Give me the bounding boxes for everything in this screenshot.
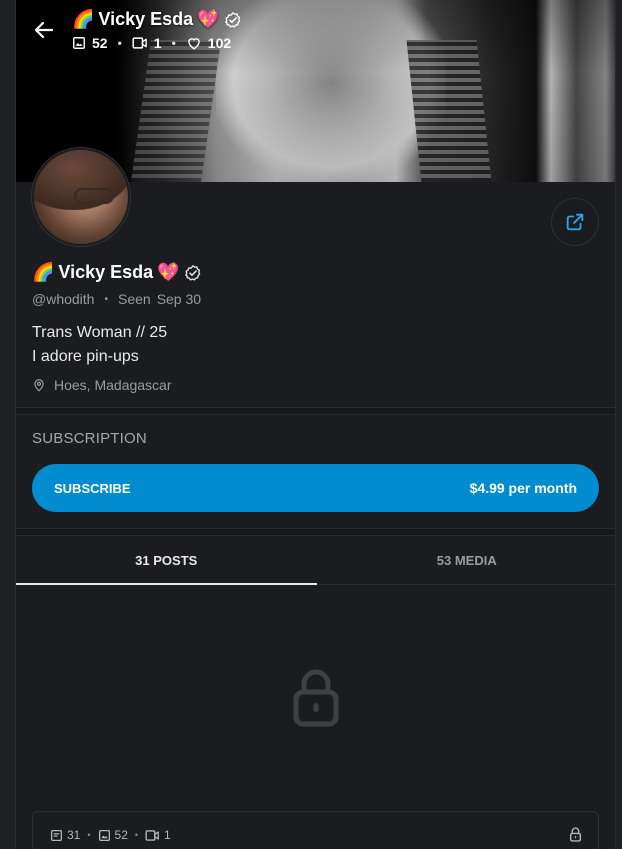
video-icon <box>145 829 159 841</box>
section-divider <box>16 407 615 415</box>
heart-emoji: 💖 <box>197 9 220 29</box>
subscribe-label: SUBSCRIBE <box>54 480 131 496</box>
post-icon <box>50 829 63 841</box>
subscribe-price: $4.99 per month <box>469 480 577 496</box>
profile-page: 🌈 Vicky Esda 💖 52 • 1 • 102 🌈 Vicky Esda… <box>15 0 616 849</box>
location: Hoes, Madagascar <box>32 377 602 393</box>
posts-count: 31 <box>67 828 81 842</box>
handle: @whodith <box>32 291 95 307</box>
lock-icon <box>292 667 340 732</box>
rainbow-emoji: 🌈 <box>72 9 95 29</box>
likes-stat: 102 <box>186 35 231 51</box>
photos-stat: 52 <box>72 35 108 51</box>
back-button[interactable] <box>32 18 56 42</box>
photos-count: 52 <box>92 35 108 51</box>
video-icon <box>132 37 147 49</box>
avatar[interactable] <box>32 148 130 246</box>
small-lock-icon <box>569 827 582 847</box>
heart-icon <box>187 38 200 50</box>
image-icon <box>73 37 85 49</box>
videos-count: 1 <box>153 35 162 51</box>
verified-icon <box>224 11 240 28</box>
profile-info: 🌈 Vicky Esda 💖 @whodith • Seen Sep 30 Tr… <box>32 262 602 393</box>
bio: Trans Woman // 25 I adore pin-ups <box>32 321 602 369</box>
header-stats: 52 • 1 • 102 <box>72 35 231 51</box>
share-icon <box>566 213 584 231</box>
verified-icon <box>184 264 200 281</box>
videos-stat: 1 <box>132 35 162 51</box>
summary-stats: 31 • 52 • 1 <box>50 828 171 842</box>
likes-count: 102 <box>207 35 232 51</box>
top-bar: 🌈 Vicky Esda 💖 52 • 1 • 102 <box>16 0 615 60</box>
header-name-text: Vicky Esda <box>98 9 194 29</box>
image-icon <box>98 829 110 841</box>
profile-meta: @whodith • Seen Sep 30 <box>32 291 202 307</box>
tab-posts[interactable]: 31 POSTS <box>16 536 317 585</box>
tab-media[interactable]: 53 MEDIA <box>317 536 616 584</box>
location-text: Hoes, Madagascar <box>54 377 172 393</box>
profile-name: 🌈 Vicky Esda 💖 <box>32 262 602 283</box>
photos-count: 52 <box>114 828 128 842</box>
subscription-title: SUBSCRIPTION <box>32 430 147 447</box>
locked-content-summary[interactable]: 31 • 52 • 1 <box>32 811 599 849</box>
rainbow-emoji: 🌈 <box>32 262 55 282</box>
section-divider <box>16 528 615 536</box>
seen-date: Sep 30 <box>156 291 202 307</box>
location-pin-icon <box>34 379 44 392</box>
seen-label: Seen <box>117 291 151 307</box>
profile-name-text: Vicky Esda <box>58 262 154 282</box>
videos-count: 1 <box>164 828 171 842</box>
bio-line: I adore pin-ups <box>32 348 139 365</box>
arrow-left-icon <box>34 21 54 39</box>
heart-emoji: 💖 <box>157 262 180 282</box>
bio-line: Trans Woman // 25 <box>32 324 168 341</box>
share-button[interactable] <box>551 198 599 246</box>
header-name: 🌈 Vicky Esda 💖 <box>72 9 242 30</box>
content-tabs: 31 POSTS 53 MEDIA <box>16 536 616 585</box>
subscribe-button[interactable]: SUBSCRIBE $4.99 per month <box>32 464 599 512</box>
